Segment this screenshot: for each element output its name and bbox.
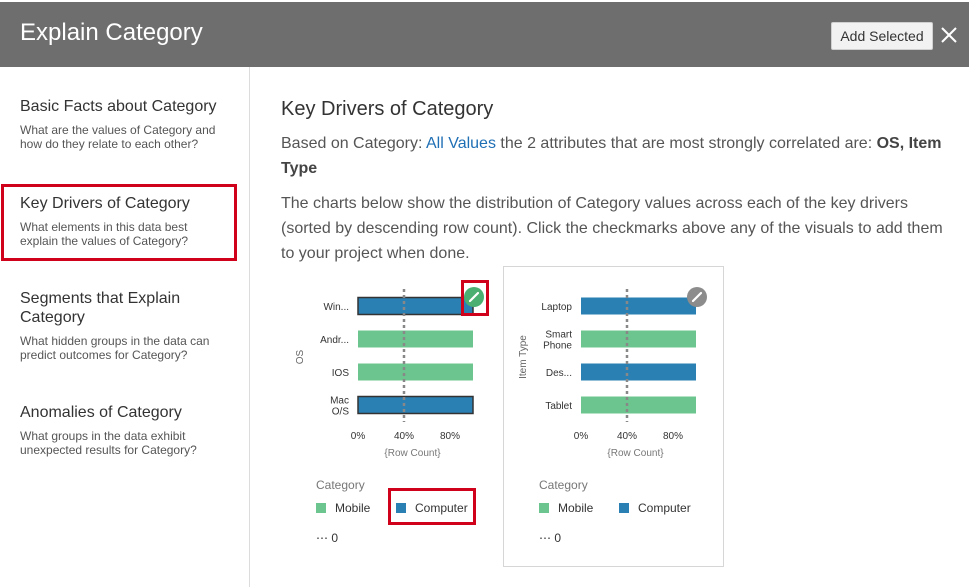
sidebar-item-title: Segments that Explain Category bbox=[20, 290, 181, 326]
legend-title: Category bbox=[316, 478, 365, 492]
description-text: The charts below show the distribution o… bbox=[281, 195, 943, 262]
computer-swatch bbox=[619, 503, 629, 513]
sidebar-item-title: Anomalies of Category bbox=[20, 404, 182, 421]
category-label: Tablet bbox=[545, 401, 572, 412]
sidebar-item-title: Basic Facts about Category bbox=[20, 98, 217, 115]
mobile-swatch bbox=[316, 503, 326, 513]
legend-label: Mobile bbox=[335, 501, 371, 515]
category-label: Smart bbox=[545, 330, 572, 341]
x-axis-label: {Row Count} bbox=[607, 448, 664, 459]
x-tick-label: 80% bbox=[663, 431, 683, 442]
computer-legend-highlight bbox=[388, 488, 476, 525]
category-label: O/S bbox=[332, 407, 350, 418]
x-tick-label: 80% bbox=[440, 431, 460, 442]
bar-computer[interactable] bbox=[581, 297, 696, 315]
x-axis-label: {Row Count} bbox=[384, 448, 441, 459]
category-label: Des... bbox=[546, 368, 572, 379]
intro-text: Based on Category: All Values the 2 attr… bbox=[281, 131, 951, 181]
sidebar-item-segments[interactable]: Segments that Explain Category What hidd… bbox=[0, 289, 248, 362]
category-label: Laptop bbox=[541, 302, 572, 313]
legend-label: Mobile bbox=[558, 501, 594, 515]
category-label: Phone bbox=[543, 341, 572, 352]
sidebar-item-anomalies[interactable]: Anomalies of Category What groups in the… bbox=[0, 403, 248, 457]
bar-computer[interactable] bbox=[581, 363, 696, 381]
intro-middle: the 2 attributes that are most strongly … bbox=[495, 135, 877, 152]
x-tick-label: 0% bbox=[351, 431, 366, 442]
section-title: Key Drivers of Category bbox=[281, 98, 494, 120]
more-icon: ⋯ bbox=[316, 531, 332, 545]
bar-mobile[interactable] bbox=[581, 396, 696, 414]
sidebar-item-title: Key Drivers of Category bbox=[20, 195, 190, 212]
category-label: Mac bbox=[330, 396, 349, 407]
legend-label: Computer bbox=[638, 501, 691, 515]
x-tick-label: 0% bbox=[574, 431, 589, 442]
mobile-swatch bbox=[539, 503, 549, 513]
close-icon[interactable] bbox=[939, 25, 959, 45]
x-tick-label: 40% bbox=[617, 431, 637, 442]
bar-computer[interactable] bbox=[357, 395, 474, 415]
sidebar: Basic Facts about Category What are the … bbox=[0, 67, 250, 587]
legend-more[interactable]: ⋯ 0 bbox=[316, 531, 338, 545]
bar-mobile[interactable] bbox=[358, 363, 473, 381]
bar-mobile[interactable] bbox=[581, 330, 696, 348]
intro-prefix: Based on Category: bbox=[281, 135, 426, 152]
sidebar-item-desc: What elements in this data best explain … bbox=[20, 220, 189, 248]
add-selected-button[interactable]: Add Selected bbox=[831, 22, 933, 50]
all-values-link[interactable]: All Values bbox=[426, 135, 496, 152]
legend-more[interactable]: ⋯ 0 bbox=[539, 531, 561, 545]
x-tick-label: 40% bbox=[394, 431, 414, 442]
sidebar-item-desc: What hidden groups in the data can predi… bbox=[20, 334, 210, 362]
legend-mobile[interactable]: Mobile bbox=[316, 501, 370, 515]
bar-computer[interactable] bbox=[357, 296, 474, 316]
item-type-chart: Item Type Laptop SmartPhone Des... Tablet 0% 4… bbox=[518, 287, 707, 459]
legend-title: Category bbox=[539, 478, 588, 492]
more-count: 0 bbox=[554, 531, 562, 545]
dialog-title: Explain Category bbox=[20, 19, 203, 46]
bar-mobile[interactable] bbox=[358, 330, 473, 348]
category-label: Win... bbox=[323, 302, 349, 313]
sidebar-item-desc: What groups in the data exhibit unexpect… bbox=[20, 429, 197, 457]
sidebar-item-desc: What are the values of Category and how … bbox=[20, 123, 216, 151]
more-count: 0 bbox=[331, 531, 339, 545]
sidebar-item-basic-facts[interactable]: Basic Facts about Category What are the … bbox=[0, 97, 248, 151]
category-label: Andr... bbox=[320, 335, 349, 346]
chart-card-item-type[interactable]: Item Type Laptop Smart Phone Des... Tablet 0% 4… bbox=[503, 266, 724, 567]
y-axis-label: OS bbox=[295, 349, 306, 364]
legend-computer[interactable]: Computer bbox=[619, 501, 691, 515]
y-axis-label: Item Type bbox=[518, 335, 529, 379]
legend-mobile[interactable]: Mobile bbox=[539, 501, 593, 515]
dialog-header: Explain Category Add Selected bbox=[0, 0, 969, 67]
main-panel: Key Drivers of Category Based on Categor… bbox=[250, 67, 969, 587]
sidebar-item-key-drivers[interactable]: Key Drivers of Category What elements in… bbox=[1, 184, 237, 261]
category-label: IOS bbox=[332, 368, 350, 379]
more-icon: ⋯ bbox=[539, 531, 555, 545]
checkmark-highlight bbox=[461, 280, 489, 316]
